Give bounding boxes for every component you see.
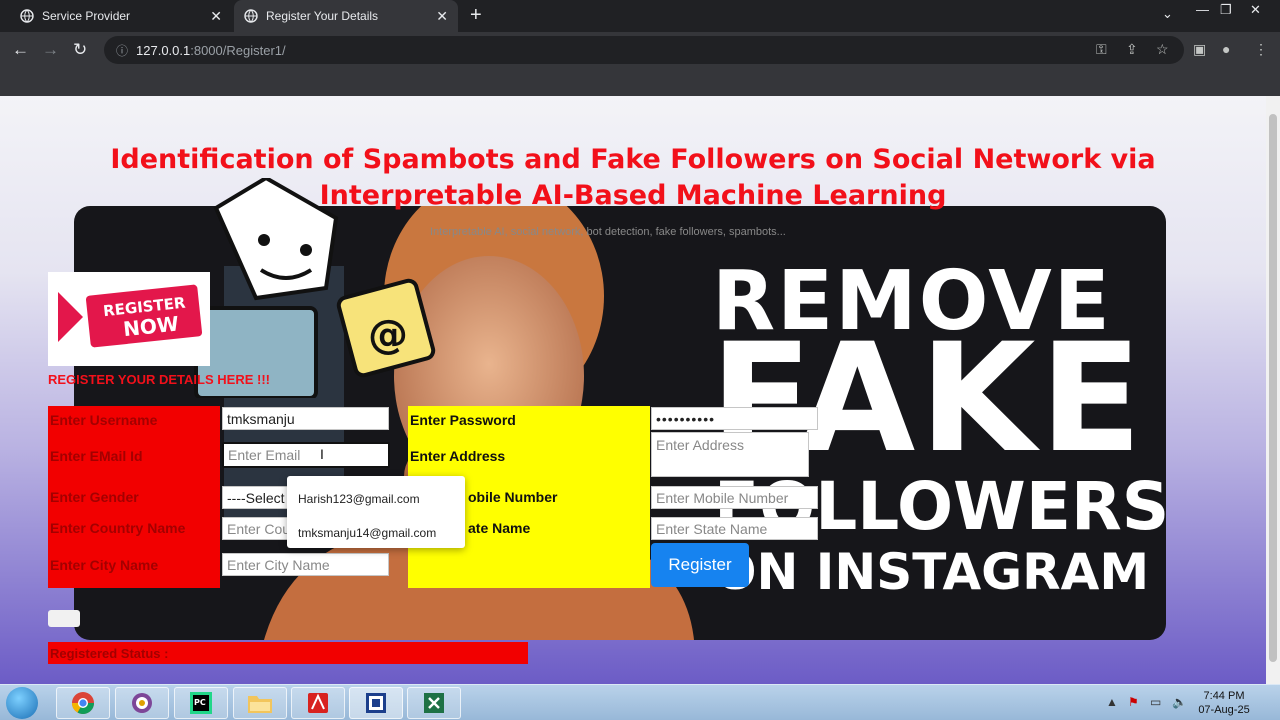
url-path: :8000/Register1/: [190, 42, 286, 58]
registered-status: Registered Status :: [48, 642, 528, 664]
reload-icon[interactable]: ↻: [73, 40, 87, 60]
side-panel-icon[interactable]: ▣: [1193, 41, 1206, 58]
new-tab-icon[interactable]: +: [470, 4, 482, 27]
tray-expand-icon[interactable]: ▲: [1106, 695, 1118, 709]
file-explorer-icon[interactable]: [233, 687, 287, 719]
megaphone-icon: [58, 292, 83, 342]
tab-service-provider[interactable]: Service Provider ✕: [0, 0, 232, 32]
tab-title: Register Your Details: [266, 9, 379, 23]
tab-register-your-details[interactable]: Register Your Details ✕: [234, 0, 458, 32]
restore-icon[interactable]: ❐: [1220, 2, 1232, 18]
key-icon[interactable]: ⚿: [1096, 41, 1107, 58]
autocomplete-option[interactable]: tmksmanju14@gmail.com: [298, 526, 436, 540]
section-heading: REGISTER YOUR DETAILS HERE !!!: [48, 372, 270, 387]
close-icon[interactable]: ✕: [210, 8, 222, 25]
excel-icon[interactable]: [407, 687, 461, 719]
pycharm-icon[interactable]: PC: [174, 687, 228, 719]
state-label: ate Name: [468, 520, 531, 536]
profile-icon[interactable]: ●: [1222, 41, 1230, 57]
text-cursor-icon: I: [320, 446, 324, 462]
url-host: 127.0.0.1: [136, 42, 191, 58]
city-field[interactable]: Enter City Name: [222, 553, 389, 576]
autocomplete-option[interactable]: Harish123@gmail.com: [298, 492, 420, 506]
scrollbar-thumb[interactable]: [1269, 114, 1277, 662]
mobile-field[interactable]: Enter Mobile Number: [651, 486, 818, 509]
email-field[interactable]: Enter Email I: [222, 442, 390, 468]
address-label: Enter Address: [410, 448, 506, 464]
bookmark-bar: [0, 68, 1280, 96]
page-title: Identification of Spambots and Fake Foll…: [110, 144, 1156, 211]
city-label: Enter City Name: [50, 557, 159, 573]
gender-label: Enter Gender: [50, 489, 139, 505]
small-blank-button[interactable]: [48, 610, 80, 627]
close-window-icon[interactable]: ✕: [1250, 2, 1261, 18]
chrome-icon[interactable]: [56, 687, 110, 719]
globe-icon: [20, 9, 34, 23]
svg-text:PC: PC: [194, 698, 206, 707]
mobile-label: obile Number: [468, 489, 558, 505]
app-window-icon[interactable]: [349, 687, 403, 719]
register-button[interactable]: Register: [651, 543, 749, 587]
page-viewport: REMOVE FAKE FOLLOWERS ON INSTAGRAM @ Ide…: [0, 96, 1266, 684]
username-label: Enter Username: [50, 412, 158, 428]
browser-toolbar: ← → ↻ ⓘ 127.0.0.1:8000/Register1/ ⚿ ⇪ ☆ …: [0, 32, 1280, 68]
tab-bar: Service Provider ✕ Register Your Details…: [0, 0, 1280, 32]
menu-icon[interactable]: ⋮: [1254, 41, 1268, 58]
start-button-icon[interactable]: [6, 687, 38, 719]
tab-title: Service Provider: [42, 9, 131, 23]
back-icon[interactable]: ←: [12, 40, 29, 60]
svg-text:@: @: [368, 312, 408, 358]
acrobat-icon[interactable]: [291, 687, 345, 719]
keywords-text: Interpretable AI, social network, bot de…: [430, 226, 786, 238]
tor-browser-icon[interactable]: [115, 687, 169, 719]
state-field[interactable]: Enter State Name: [651, 517, 818, 540]
address-bar[interactable]: ⓘ 127.0.0.1:8000/Register1/: [104, 36, 1184, 64]
forward-icon[interactable]: →: [42, 40, 59, 60]
network-icon[interactable]: ▭: [1150, 695, 1161, 709]
minimize-icon[interactable]: —: [1196, 2, 1209, 17]
password-field[interactable]: ••••••••••: [651, 407, 818, 430]
page-scrollbar[interactable]: [1266, 96, 1280, 684]
email-placeholder: Enter Email: [228, 447, 301, 463]
register-now-image: REGISTER NOW: [48, 272, 210, 366]
clock-date: 07-Aug-25: [1198, 704, 1250, 716]
clock-time: 7:44 PM: [1203, 690, 1245, 702]
email-label: Enter EMail Id: [50, 448, 143, 464]
country-label: Enter Country Name: [50, 520, 186, 536]
star-icon[interactable]: ☆: [1156, 41, 1169, 58]
info-icon[interactable]: ⓘ: [116, 42, 128, 59]
windows-taskbar: PC ▲ ⚑ ▭ 🔈 7:44 PM 07-Aug-25: [0, 684, 1280, 720]
chevron-down-icon[interactable]: ⌄: [1162, 6, 1173, 22]
globe-icon: [244, 9, 258, 23]
username-field[interactable]: tmksmanju: [222, 407, 389, 430]
share-icon[interactable]: ⇪: [1126, 41, 1138, 58]
address-field[interactable]: Enter Address: [651, 432, 809, 477]
email-autocomplete-dropdown: Harish123@gmail.com tmksmanju14@gmail.co…: [287, 476, 465, 548]
taskbar-clock[interactable]: 7:44 PM 07-Aug-25: [1196, 689, 1252, 717]
banner-instagram-text: ON INSTAGRAM: [714, 543, 1150, 601]
volume-icon[interactable]: 🔈: [1172, 695, 1187, 709]
action-center-icon[interactable]: ⚑: [1128, 695, 1139, 709]
close-icon[interactable]: ✕: [436, 8, 448, 25]
password-label: Enter Password: [410, 412, 516, 428]
